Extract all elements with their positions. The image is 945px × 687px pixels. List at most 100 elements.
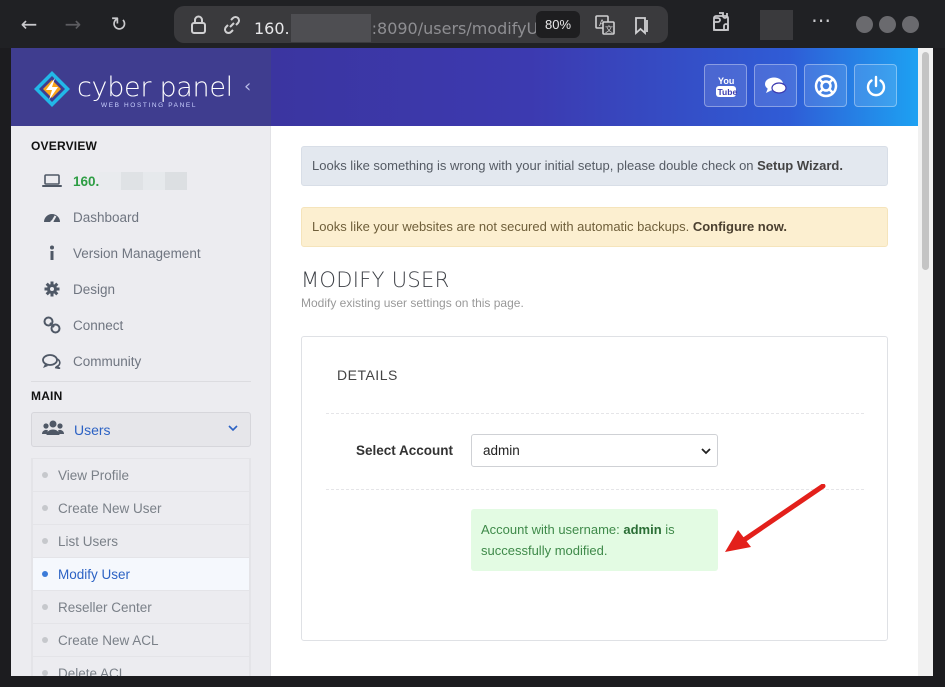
configure-now-link[interactable]: Configure now. bbox=[693, 219, 787, 234]
sidebar-item-label: Dashboard bbox=[73, 209, 140, 225]
laptop-icon bbox=[41, 172, 63, 190]
sidebar-item-label: Community bbox=[73, 353, 142, 369]
setup-wizard-link[interactable]: Setup Wizard. bbox=[757, 158, 843, 173]
alert-text: Looks like your websites are not secured… bbox=[312, 219, 693, 234]
setup-warning-alert: Looks like something is wrong with your … bbox=[301, 146, 888, 186]
sidebar-collapse-icon[interactable]: ‹ bbox=[244, 76, 251, 97]
logout-button[interactable] bbox=[854, 64, 897, 107]
submenu-item-create-new-user[interactable]: Create New User bbox=[33, 492, 249, 524]
submenu-item-reseller-center[interactable]: Reseller Center bbox=[33, 591, 249, 623]
link-icon bbox=[41, 316, 63, 334]
link-icon bbox=[223, 15, 241, 35]
lifebuoy-icon bbox=[814, 74, 837, 97]
svg-text:You: You bbox=[718, 76, 734, 86]
chat-icon bbox=[41, 352, 63, 370]
sidebar-item-version-management[interactable]: Version Management bbox=[41, 241, 251, 265]
dashboard-icon bbox=[41, 208, 63, 226]
reload-icon[interactable]: ↻ bbox=[103, 8, 135, 40]
alert-text: Looks like something is wrong with your … bbox=[312, 158, 758, 173]
page-viewport: cyber panel WEB HOSTING PANEL ‹ You Tube … bbox=[11, 48, 933, 676]
select-value: admin bbox=[483, 443, 520, 458]
support-button[interactable] bbox=[804, 64, 847, 107]
browser-toolbar: ← → ↻ 160. :8090/users/modifyU 80% A文 ⋯ bbox=[0, 0, 945, 48]
maximize-button[interactable] bbox=[879, 16, 896, 33]
bullet-icon bbox=[42, 571, 48, 577]
submenu-item-modify-user[interactable]: Modify User bbox=[33, 558, 249, 590]
panel-title: DETAILS bbox=[337, 367, 398, 383]
users-submenu: View Profile Create New User List Users … bbox=[31, 458, 251, 676]
submenu-item-label: Delete ACL bbox=[58, 665, 127, 677]
sidebar-item-label: Version Management bbox=[73, 245, 201, 261]
youtube-button[interactable]: You Tube bbox=[704, 64, 747, 107]
redacted-block bbox=[290, 14, 371, 42]
chat-button[interactable] bbox=[754, 64, 797, 107]
more-menu-icon[interactable]: ⋯ bbox=[811, 8, 832, 32]
profile-avatar[interactable] bbox=[760, 10, 793, 40]
sidebar-item-design[interactable]: Design bbox=[41, 277, 251, 301]
youtube-icon: YouTube bbox=[715, 76, 737, 97]
bullet-icon bbox=[42, 538, 48, 544]
users-icon bbox=[41, 420, 65, 439]
red-arrow-annotation bbox=[725, 484, 826, 552]
bullet-icon bbox=[42, 505, 48, 511]
bullet-icon bbox=[42, 637, 48, 643]
top-header: You Tube bbox=[271, 48, 918, 126]
minimize-button[interactable] bbox=[856, 16, 873, 33]
power-icon bbox=[866, 75, 885, 96]
translate-icon[interactable]: A文 bbox=[594, 14, 616, 36]
overview-heading: OVERVIEW bbox=[31, 139, 98, 153]
submenu-item-list-users[interactable]: List Users bbox=[33, 525, 249, 557]
account-select[interactable]: admin bbox=[471, 434, 718, 467]
sidebar-group-label: Users bbox=[74, 421, 111, 438]
bullet-icon bbox=[42, 472, 48, 478]
back-icon[interactable]: ← bbox=[13, 8, 45, 40]
sidebar-item-server-ip[interactable]: 160. bbox=[41, 169, 251, 193]
bookmark-icon[interactable] bbox=[631, 14, 653, 36]
submenu-item-label: Reseller Center bbox=[58, 599, 152, 615]
sidebar-item-community[interactable]: Community bbox=[41, 349, 251, 373]
sidebar-item-dashboard[interactable]: Dashboard bbox=[41, 205, 251, 229]
url-path: :8090/users/modifyU bbox=[371, 19, 539, 38]
gear-icon bbox=[41, 280, 63, 298]
scrollbar-thumb[interactable] bbox=[922, 52, 929, 270]
redacted-block bbox=[99, 172, 188, 190]
brand-tagline: WEB HOSTING PANEL bbox=[101, 102, 198, 109]
info-icon bbox=[41, 244, 63, 262]
sidebar-item-connect[interactable]: Connect bbox=[41, 313, 251, 337]
comments-icon bbox=[764, 77, 787, 94]
success-text: Account with username: bbox=[481, 522, 624, 537]
submenu-item-delete-acl[interactable]: Delete ACL bbox=[33, 657, 249, 676]
close-button[interactable] bbox=[902, 16, 919, 33]
sidebar-item-label: Design bbox=[73, 281, 116, 297]
submenu-item-create-new-acl[interactable]: Create New ACL bbox=[33, 624, 249, 656]
cyberpanel-logo-icon[interactable] bbox=[33, 70, 71, 108]
panel-divider bbox=[326, 413, 864, 414]
success-message: Account with username: admin is successf… bbox=[471, 509, 718, 571]
chevron-down-icon bbox=[701, 448, 711, 455]
sidebar: OVERVIEW 160. Dashboard Version Manageme… bbox=[11, 126, 271, 676]
brand-name: cyber panel bbox=[77, 72, 233, 103]
address-bar[interactable]: 160. :8090/users/modifyU 80% A文 bbox=[174, 6, 668, 43]
main-heading: MAIN bbox=[31, 389, 63, 403]
logo-area: cyber panel WEB HOSTING PANEL ‹ bbox=[11, 48, 271, 126]
submenu-item-view-profile[interactable]: View Profile bbox=[33, 459, 249, 491]
submenu-item-label: View Profile bbox=[58, 467, 130, 483]
extensions-icon[interactable] bbox=[710, 10, 734, 39]
url-host: 160. bbox=[254, 19, 290, 38]
zoom-indicator[interactable]: 80% bbox=[536, 11, 580, 38]
select-account-label: Select Account bbox=[356, 443, 454, 458]
forward-icon[interactable]: → bbox=[57, 8, 89, 40]
main-content: Looks like something is wrong with your … bbox=[271, 126, 918, 676]
page-scrollbar[interactable] bbox=[918, 48, 933, 676]
submenu-item-label: Create New User bbox=[58, 500, 162, 516]
page-subtitle: Modify existing user settings on this pa… bbox=[301, 296, 524, 310]
sidebar-divider bbox=[31, 381, 251, 382]
lock-icon bbox=[191, 15, 206, 34]
svg-text:文: 文 bbox=[605, 24, 613, 34]
success-username: admin bbox=[623, 522, 662, 537]
backup-warning-alert: Looks like your websites are not secured… bbox=[301, 207, 888, 247]
sidebar-group-users[interactable]: Users bbox=[31, 412, 251, 447]
svg-text:Tube: Tube bbox=[717, 87, 737, 97]
url-text: 160. :8090/users/modifyU bbox=[254, 14, 538, 42]
submenu-item-label: List Users bbox=[58, 533, 119, 549]
